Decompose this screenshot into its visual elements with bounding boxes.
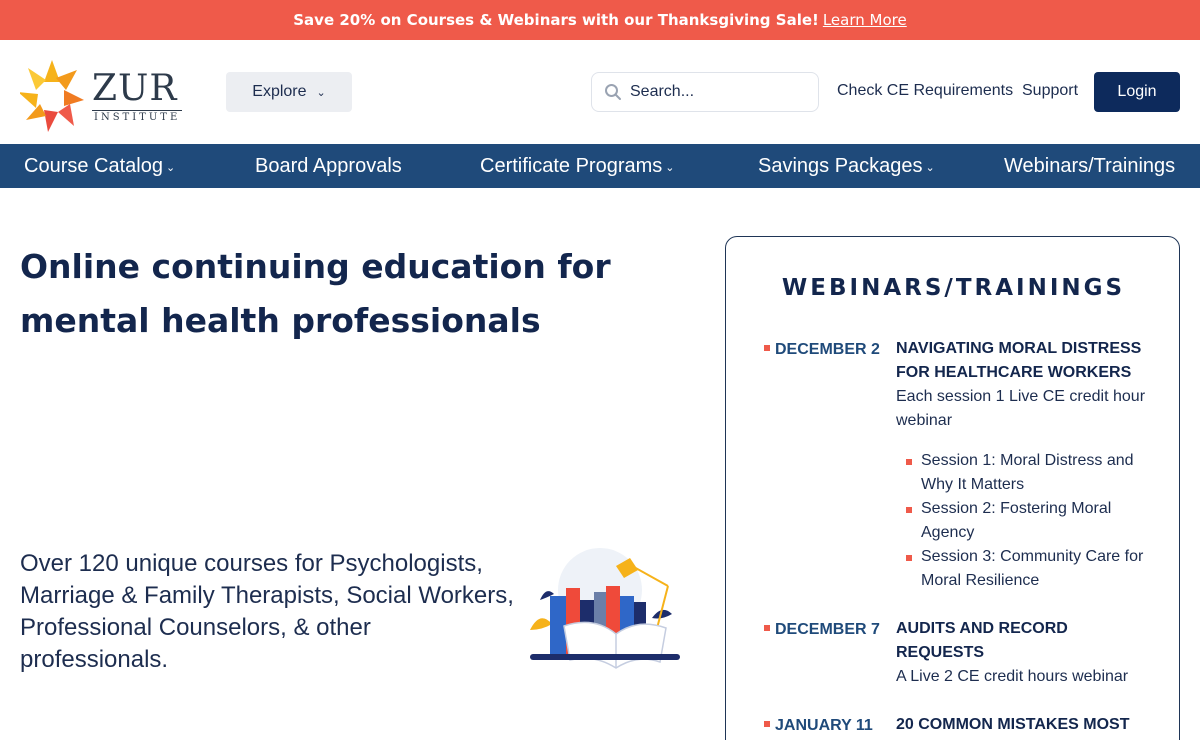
nav-label: Board Approvals bbox=[255, 154, 402, 177]
list-item: Session 2: Fostering Moral Agency bbox=[906, 497, 1156, 545]
promo-learn-more-link[interactable]: Learn More bbox=[823, 11, 907, 29]
search-input[interactable] bbox=[630, 83, 800, 101]
session-list: Session 1: Moral Distress and Why It Mat… bbox=[906, 449, 1156, 593]
login-button[interactable]: Login bbox=[1094, 72, 1180, 112]
event-date: JANUARY 11 bbox=[764, 717, 873, 735]
site-header: ZUR INSTITUTE Explore ⌄ Check CE Require… bbox=[0, 40, 1200, 144]
event-date: DECEMBER 2 bbox=[764, 341, 880, 359]
hero-subtitle: Over 120 unique courses for Psychologist… bbox=[20, 550, 514, 673]
logo-divider bbox=[92, 110, 182, 111]
nav-savings-packages[interactable]: Savings Packages ⌄ bbox=[758, 144, 935, 188]
zur-logo[interactable]: ZUR INSTITUTE bbox=[20, 58, 190, 134]
promo-text: Save 20% on Courses & Webinars with our … bbox=[293, 11, 819, 29]
sun-logo-icon bbox=[20, 60, 84, 132]
event-description: A Live 2 CE credit hours webinar bbox=[896, 668, 1129, 685]
nav-label: Savings Packages bbox=[758, 154, 923, 177]
list-item: Session 1: Moral Distress and Why It Mat… bbox=[906, 449, 1156, 497]
check-ce-requirements-link[interactable]: Check CE Requirements bbox=[837, 82, 1013, 100]
chevron-down-icon: ⌄ bbox=[665, 161, 675, 174]
main-nav: Course Catalog ⌄ Board Approvals Certifi… bbox=[0, 144, 1200, 188]
support-link[interactable]: Support bbox=[1022, 82, 1078, 100]
event-date: DECEMBER 7 bbox=[764, 621, 880, 639]
nav-course-catalog[interactable]: Course Catalog ⌄ bbox=[24, 144, 175, 188]
nav-label: Course Catalog bbox=[24, 154, 163, 177]
logo-wordmark: ZUR bbox=[92, 68, 178, 109]
books-illustration-icon bbox=[530, 548, 680, 669]
bullet-square-icon bbox=[764, 720, 770, 727]
event-title-link[interactable]: Navigating Moral Distress for Healthcare… bbox=[896, 337, 1156, 385]
promo-banner: Save 20% on Courses & Webinars with our … bbox=[0, 0, 1200, 40]
search-box[interactable] bbox=[591, 72, 819, 112]
chevron-down-icon: ⌄ bbox=[316, 86, 326, 99]
nav-label: Certificate Programs bbox=[480, 154, 663, 177]
webinars-panel-title: WEBINARS/TRAININGS bbox=[781, 275, 1126, 301]
bullet-square-icon bbox=[764, 624, 770, 631]
explore-button[interactable]: Explore ⌄ bbox=[226, 72, 352, 112]
hero-title: Online continuing education for mental h… bbox=[20, 247, 611, 340]
nav-certificate-programs[interactable]: Certificate Programs ⌄ bbox=[480, 144, 675, 188]
bullet-square-icon bbox=[764, 344, 770, 351]
search-icon bbox=[605, 84, 621, 100]
event-title-link[interactable]: Audits and Record Requests bbox=[896, 617, 1156, 665]
explore-label: Explore bbox=[252, 83, 307, 100]
chevron-down-icon: ⌄ bbox=[165, 161, 176, 174]
chevron-down-icon: ⌄ bbox=[925, 161, 935, 174]
nav-label: Webinars/Trainings bbox=[1004, 154, 1176, 177]
nav-webinars-trainings[interactable]: Webinars/Trainings bbox=[1004, 144, 1175, 188]
event-title-link[interactable]: 20 Common Mistakes Most bbox=[896, 713, 1156, 737]
nav-board-approvals[interactable]: Board Approvals bbox=[255, 144, 402, 188]
webinars-panel: WEBINARS/TRAININGS DECEMBER 2 Navigating… bbox=[725, 236, 1180, 740]
event-description: Each session 1 Live CE credit hour webin… bbox=[896, 388, 1146, 429]
list-item: Session 3: Community Care for Moral Resi… bbox=[906, 545, 1156, 593]
logo-subtitle: INSTITUTE bbox=[94, 112, 181, 123]
